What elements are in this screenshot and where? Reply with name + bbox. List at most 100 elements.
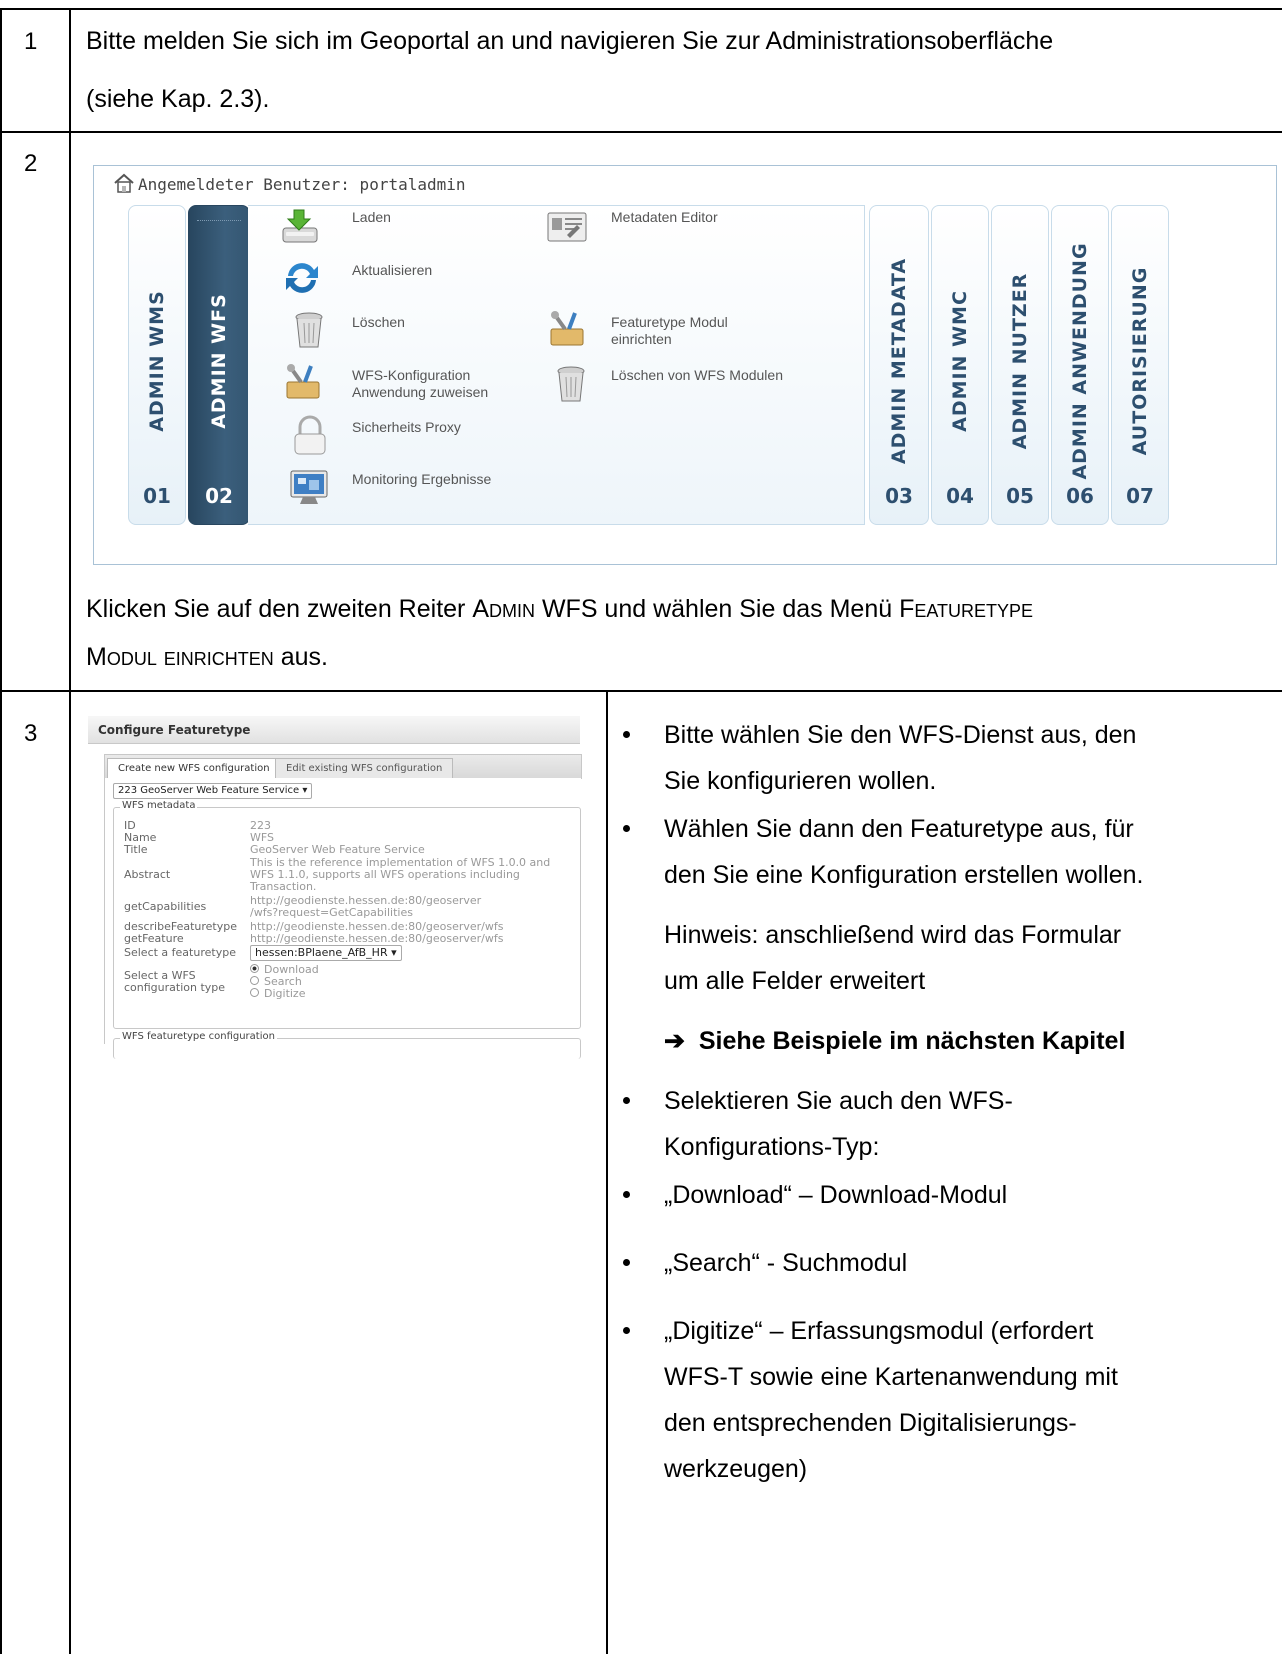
lock-icon[interactable]	[288, 414, 332, 458]
home-icon[interactable]	[113, 172, 135, 194]
logged-in-user-label: Angemeldeter Benutzer: portaladmin	[138, 175, 466, 194]
row3-column-divider	[606, 690, 608, 1654]
bullet-2-line2: den Sie eine Konfiguration erstellen wol…	[664, 861, 1144, 889]
tab-admin-wmc-number: 04	[946, 484, 974, 508]
md-key-getfeature: getFeature	[124, 932, 184, 945]
menu-item-featuretype-modul[interactable]: Featuretype Modul einrichten	[611, 314, 728, 348]
hint-line1: Hinweis: anschließend wird das Formular	[664, 921, 1122, 949]
instruction-text: Klicken Sie auf den zweiten Reiter	[86, 595, 473, 623]
wfs-service-select-value: 223 GeoServer Web Feature Service	[118, 785, 300, 796]
tab-admin-nutzer[interactable]: ADMIN NUTZER 05	[991, 205, 1049, 525]
bullet-5: „Search“ - Suchmodul	[664, 1249, 908, 1277]
bullet-icon	[623, 1327, 630, 1334]
radio-selected-icon	[250, 964, 259, 973]
arrow-right-icon: ➔	[664, 1027, 685, 1055]
hint-line2: um alle Felder erweitert	[664, 967, 926, 995]
column-divider	[69, 8, 71, 1654]
instruction-text: WFS und wählen Sie das Menü	[535, 595, 900, 623]
configure-featuretype-screenshot: Configure Featuretype Create new WFS con…	[88, 716, 582, 1059]
wfs-featuretype-fieldset: WFS featuretype configuration	[113, 1031, 581, 1059]
tab-admin-anwendung[interactable]: ADMIN ANWENDUNG 06	[1051, 205, 1109, 525]
tab-separator	[197, 220, 241, 222]
tab-admin-wfs-label: ADMIN WFS	[208, 293, 230, 429]
configure-featuretype-title: Configure Featuretype	[88, 716, 580, 744]
menu-item-monitoring[interactable]: Monitoring Ergebnisse	[352, 471, 491, 488]
refresh-icon[interactable]	[280, 256, 324, 300]
bullet-1-line1: Bitte wählen Sie den WFS-Dienst aus, den	[664, 721, 1137, 749]
row-divider-1	[0, 131, 1282, 133]
bullet-2-line1: Wählen Sie dann den Featuretype aus, für	[664, 815, 1134, 843]
radio-digitize[interactable]: Digitize	[250, 988, 305, 1000]
metadata-editor-icon[interactable]	[545, 207, 589, 251]
bullet-1-line2: Sie konfigurieren wollen.	[664, 767, 937, 795]
monitor-icon[interactable]	[287, 466, 331, 510]
bullet-4: „Download“ – Download-Modul	[664, 1181, 1008, 1209]
menu-item-featuretype-modul-line1: Featuretype Modul	[611, 314, 728, 330]
cfg-body: 223 GeoServer Web Feature Service ▾ WFS …	[104, 778, 581, 1059]
instruction-text: aus.	[273, 643, 328, 671]
radio-icon	[250, 976, 259, 985]
menu-item-aktualisieren[interactable]: Aktualisieren	[352, 262, 432, 279]
see-examples-line: ➔ Siehe Beispiele im nächsten Kapitel	[664, 1018, 1125, 1064]
toolbox-icon[interactable]	[281, 360, 325, 404]
menu-item-wfs-konfiguration-line1: WFS-Konfiguration	[352, 367, 471, 383]
tab-admin-metadata[interactable]: ADMIN METADATA 03	[869, 205, 929, 525]
bullet-6-line4: werkzeugen)	[664, 1455, 808, 1483]
tab-autorisierung-label: AUTORISIERUNG	[1129, 266, 1151, 456]
instruction-menu-name: Featuretype	[899, 595, 1034, 623]
tab-admin-wmc[interactable]: ADMIN WMC 04	[931, 205, 989, 525]
featuretype-select-value: hessen:BPlaene_AfB_HR	[255, 946, 388, 959]
tab-create-new-wfs-configuration[interactable]: Create new WFS configuration	[107, 758, 281, 780]
md-key-getcapabilities: getCapabilities	[124, 900, 207, 913]
tab-admin-wmc-label: ADMIN WMC	[949, 290, 971, 432]
menu-item-loeschen[interactable]: Löschen	[352, 314, 405, 331]
featuretype-toolbox-icon[interactable]	[545, 307, 589, 351]
featuretype-select[interactable]: hessen:BPlaene_AfB_HR ▾	[250, 945, 402, 961]
bullet-icon	[623, 1191, 630, 1198]
chevron-down-icon: ▾	[302, 785, 308, 796]
tab-admin-wms[interactable]: ADMIN WMS 01	[128, 205, 186, 525]
wfs-featuretype-legend: WFS featuretype configuration	[120, 1031, 277, 1042]
tab-admin-anwendung-label: ADMIN ANWENDUNG	[1069, 242, 1091, 480]
bullet-icon	[623, 731, 630, 738]
radio-icon	[250, 988, 259, 997]
cfg-tab-bar: Create new WFS configuration Edit existi…	[104, 754, 582, 780]
row2-instruction-line1: Klicken Sie auf den zweiten Reiter Admin…	[86, 586, 1033, 632]
wfs-metadata-legend: WFS metadata	[120, 800, 198, 811]
menu-item-metadaten-editor[interactable]: Metadaten Editor	[611, 209, 718, 226]
md-value-getfeature: http://geodienste.hessen.de:80/geoserver…	[250, 932, 504, 945]
trash-icon[interactable]	[287, 307, 331, 351]
tab-admin-metadata-label: ADMIN METADATA	[888, 257, 910, 465]
bullet-icon	[623, 1259, 630, 1266]
menu-item-sicherheits-proxy[interactable]: Sicherheits Proxy	[352, 419, 461, 436]
bullet-6-line1: „Digitize“ – Erfassungsmodul (erfordert	[664, 1317, 1094, 1345]
md-value-getcapabilities-2: /wfs?request=GetCapabilities	[250, 906, 413, 919]
tab-admin-metadata-number: 03	[885, 484, 913, 508]
tab-edit-existing-wfs-configuration[interactable]: Edit existing WFS configuration	[275, 758, 454, 780]
tab-autorisierung[interactable]: AUTORISIERUNG 07	[1111, 205, 1169, 525]
menu-item-loeschen-wfs-module[interactable]: Löschen von WFS Modulen	[611, 367, 783, 384]
radio-digitize-label: Digitize	[264, 987, 306, 1000]
row-number-3: 3	[24, 720, 38, 747]
instruction-menu-name: Modul einrichten	[86, 643, 274, 671]
bullet-6-line3: den entsprechenden Digitalisierungs-	[664, 1409, 1077, 1437]
md-key-title: Title	[124, 843, 148, 856]
menu-item-wfs-konfiguration[interactable]: WFS-Konfiguration Anwendung zuweisen	[352, 367, 488, 401]
bullet-3-line1: Selektieren Sie auch den WFS-	[664, 1087, 1013, 1115]
chevron-down-icon: ▾	[391, 946, 397, 959]
trash-icon[interactable]	[549, 361, 593, 405]
tab-admin-wfs[interactable]: ADMIN WFS 02	[188, 205, 250, 525]
row-divider-2	[0, 690, 1282, 692]
row2-instruction-line2: Modul einrichten aus.	[86, 634, 328, 680]
tab-admin-wms-label: ADMIN WMS	[146, 290, 168, 432]
menu-item-featuretype-modul-line2: einrichten	[611, 331, 672, 347]
wfs-service-select[interactable]: 223 GeoServer Web Feature Service ▾	[113, 783, 313, 799]
table-border-top	[0, 8, 1282, 10]
menu-item-laden[interactable]: Laden	[352, 209, 391, 226]
row1-text-line1: Bitte melden Sie sich im Geoportal an un…	[86, 27, 1054, 55]
upload-icon[interactable]	[277, 204, 321, 248]
bullet-icon	[623, 1097, 630, 1104]
bullet-6-line2: WFS-T sowie eine Kartenanwendung mit	[664, 1363, 1118, 1391]
row-number-2: 2	[24, 150, 38, 177]
instruction-tab-name: Admin	[472, 595, 535, 623]
